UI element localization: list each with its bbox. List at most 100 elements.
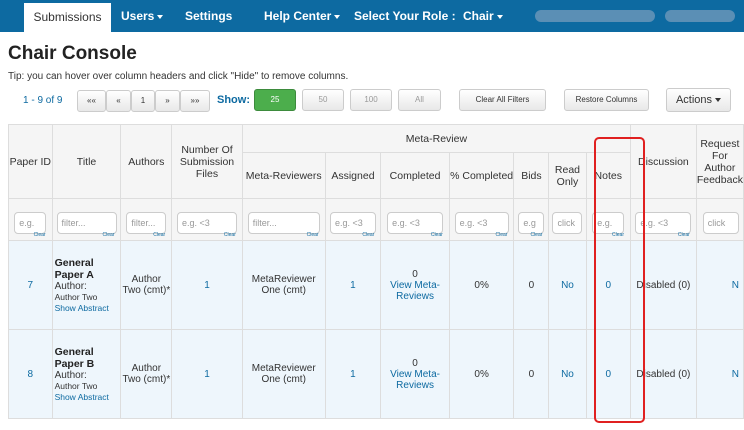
- role-value: Chair: [463, 9, 494, 23]
- authors-cell: Author Two (cmt)*: [120, 329, 173, 419]
- pct-completed-cell: 0%: [448, 240, 515, 330]
- paper-id-cell[interactable]: 7: [8, 240, 53, 330]
- col-read-only[interactable]: Read Only: [548, 152, 587, 199]
- col-completed[interactable]: Completed: [380, 152, 450, 199]
- filter-cell: filter... Clear: [241, 198, 326, 241]
- num-files-cell[interactable]: 1: [171, 329, 243, 419]
- clear-filter-link[interactable]: Clear: [224, 232, 236, 238]
- first-page-button[interactable]: ««: [77, 90, 106, 112]
- assigned-cell[interactable]: 1: [324, 329, 382, 419]
- title-cell: General Paper A Author: Author Two Show …: [51, 240, 122, 330]
- show-all-button[interactable]: All: [398, 89, 441, 111]
- paper-id-cell[interactable]: 8: [8, 329, 53, 419]
- next-page-button[interactable]: »: [155, 90, 180, 112]
- title-cell: General Paper B Author: Author Two Show …: [51, 329, 122, 419]
- authors-filter-input[interactable]: filter...: [126, 211, 167, 234]
- clear-filter-link[interactable]: Clear: [431, 232, 443, 238]
- actions-label: Actions: [675, 94, 713, 106]
- clear-filter-link[interactable]: Clear: [530, 232, 542, 238]
- discussion-cell: Disabled (0): [629, 329, 697, 419]
- show-25-button[interactable]: 25: [254, 89, 296, 111]
- completed-count: 0: [412, 357, 418, 369]
- show-abstract-link[interactable]: Show Abstract: [55, 303, 109, 313]
- table-row: 8 General Paper B Author: Author Two Sho…: [8, 329, 744, 419]
- clear-filter-link[interactable]: Clear: [307, 232, 319, 238]
- nav-submissions[interactable]: Submissions: [24, 0, 111, 32]
- bids-filter-input[interactable]: e.g: [518, 211, 545, 234]
- request-feedback-cell[interactable]: N: [695, 329, 744, 419]
- read-only-cell[interactable]: No: [548, 240, 587, 330]
- prev-page-button[interactable]: «: [106, 90, 131, 112]
- table-row: 7 General Paper A Author: Author Two Sho…: [8, 240, 744, 330]
- nav-help-center-label: Help Center: [264, 9, 332, 23]
- pct-completed-cell: 0%: [448, 329, 515, 419]
- discussion-filter-input[interactable]: e.g. <3: [635, 211, 692, 234]
- notes-cell[interactable]: 0: [585, 329, 631, 419]
- view-meta-reviews-link[interactable]: View Meta-Reviews: [390, 280, 440, 302]
- completed-cell: 0 View Meta-Reviews: [380, 329, 450, 419]
- clear-filter-link[interactable]: Clear: [496, 232, 508, 238]
- paper-title: General Paper B: [54, 345, 95, 370]
- completed-filter-input[interactable]: e.g. <3: [387, 211, 444, 234]
- restore-columns-button[interactable]: Restore Columns: [564, 89, 649, 111]
- col-discussion[interactable]: Discussion: [629, 124, 697, 199]
- author-name: Author Two: [54, 380, 98, 391]
- filter-cell: e.g. <3 Clear: [448, 198, 515, 241]
- discussion-cell: Disabled (0): [629, 240, 697, 330]
- meta-reviewers-filter-input[interactable]: filter...: [247, 211, 320, 234]
- read-only-cell[interactable]: No: [548, 329, 587, 419]
- notes-filter-input[interactable]: e.g.: [592, 211, 625, 234]
- clear-filter-link[interactable]: Clear: [103, 232, 115, 238]
- assigned-filter-input[interactable]: e.g. <3: [329, 211, 376, 234]
- col-authors[interactable]: Authors: [120, 124, 173, 199]
- last-page-button[interactable]: »»: [180, 90, 210, 112]
- col-pct-completed[interactable]: % Completed: [448, 152, 515, 199]
- request-feedback-cell[interactable]: N: [695, 240, 744, 330]
- col-number-of-files[interactable]: Number Of Submission Files: [171, 124, 243, 199]
- col-paper-id[interactable]: Paper ID: [8, 124, 53, 199]
- request-filter-input[interactable]: click: [702, 211, 739, 234]
- bids-cell: 0: [513, 240, 550, 330]
- filter-cell: filter... Clear: [120, 198, 173, 241]
- clear-all-filters-button[interactable]: Clear All Filters: [459, 89, 546, 111]
- col-title[interactable]: Title: [51, 124, 122, 199]
- title-filter-input[interactable]: filter...: [56, 211, 117, 234]
- col-meta-reviewers[interactable]: Meta-Reviewers: [241, 152, 326, 199]
- read-only-filter-input[interactable]: click: [552, 211, 583, 234]
- clear-filter-link[interactable]: Clear: [34, 232, 46, 238]
- notes-cell[interactable]: 0: [585, 240, 631, 330]
- col-assigned[interactable]: Assigned: [324, 152, 382, 199]
- clear-filter-link[interactable]: Clear: [362, 232, 374, 238]
- redacted-user-menu[interactable]: [665, 10, 735, 22]
- filter-cell: click: [695, 198, 744, 241]
- pct-completed-filter-input[interactable]: e.g. <3: [454, 211, 509, 234]
- filter-cell: e.g. <3 Clear: [380, 198, 450, 241]
- filter-cell: e.g. <3 Clear: [324, 198, 382, 241]
- show-100-button[interactable]: 100: [350, 89, 392, 111]
- nav-help-center[interactable]: Help Center: [264, 0, 341, 32]
- col-notes[interactable]: Notes: [585, 152, 631, 199]
- show-50-button[interactable]: 50: [302, 89, 344, 111]
- assigned-cell[interactable]: 1: [324, 240, 382, 330]
- nav-users[interactable]: Users: [121, 0, 164, 32]
- author-label: Author:: [54, 280, 87, 292]
- clear-filter-link[interactable]: Clear: [153, 232, 165, 238]
- col-request-author-feedback[interactable]: Request For Author Feedback: [695, 124, 744, 199]
- meta-reviewers-cell: MetaReviewer One (cmt): [241, 240, 326, 330]
- num-files-cell[interactable]: 1: [171, 240, 243, 330]
- page-1-button[interactable]: 1: [131, 90, 155, 112]
- filter-cell: e.g. <3 Clear: [629, 198, 697, 241]
- col-bids[interactable]: Bids: [513, 152, 550, 199]
- paper-id-filter-input[interactable]: e.g.: [14, 211, 47, 234]
- show-label: Show:: [217, 94, 250, 106]
- show-abstract-link[interactable]: Show Abstract: [55, 392, 109, 402]
- role-selector[interactable]: Chair: [463, 0, 503, 32]
- num-files-filter-input[interactable]: e.g. <3: [177, 211, 238, 234]
- filter-row: e.g. Clear filter... Clear filter... Clear …: [8, 198, 744, 241]
- clear-filter-link[interactable]: Clear: [678, 232, 690, 238]
- view-meta-reviews-link[interactable]: View Meta-Reviews: [390, 369, 440, 391]
- clear-filter-link[interactable]: Clear: [612, 232, 624, 238]
- chevron-down-icon: [715, 98, 722, 103]
- actions-dropdown[interactable]: Actions: [666, 88, 731, 112]
- nav-settings[interactable]: Settings: [185, 0, 232, 32]
